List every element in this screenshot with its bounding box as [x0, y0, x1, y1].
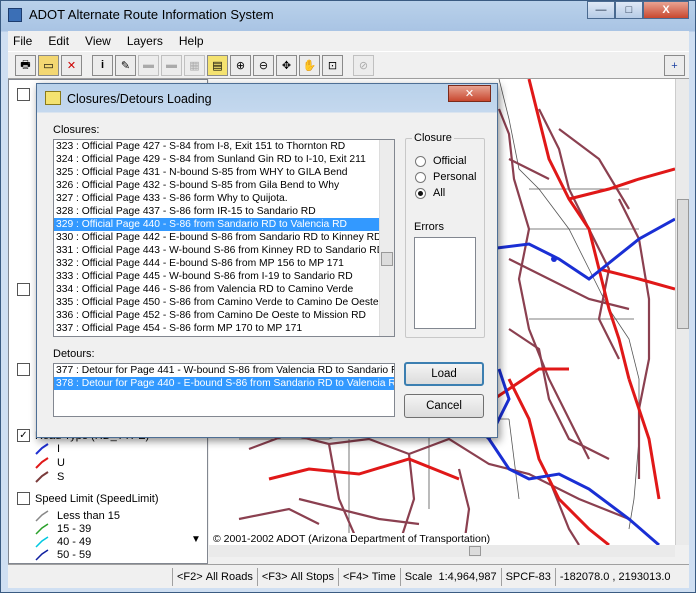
status-projection: SPCF-83 — [500, 567, 555, 586]
layer-icon[interactable]: ✕ — [61, 54, 82, 76]
detours-label: Detours: — [53, 348, 95, 360]
open-folder-icon[interactable]: ▭ — [38, 54, 59, 76]
closures-detours-dialog: Closures/Detours Loading ✕ Closures: 323… — [36, 83, 498, 438]
minimize-button[interactable]: — — [587, 1, 615, 19]
main-window: ADOT Alternate Route Information System … — [0, 0, 696, 593]
menu-bar: File Edit View Layers Help — [8, 31, 689, 51]
errors-box — [414, 237, 476, 329]
closures-label: Closures: — [53, 124, 100, 136]
closures-scrollbar[interactable] — [379, 140, 394, 336]
toolbar: 🖶 ▭ ✕ i ✎ ▬ ▬ ▦ ▤ ⊕ ⊖ ✥ ✋ ⊡ ⊘ + — [8, 51, 689, 79]
list-item[interactable]: 324 : Official Page 429 - S-84 from Sunl… — [54, 153, 394, 166]
print-icon[interactable]: 🖶 — [15, 54, 36, 76]
list-item[interactable]: 334 : Official Page 446 - S-86 from Vale… — [54, 283, 394, 296]
list-item[interactable]: 330 : Official Page 442 - E-bound S-86 f… — [54, 231, 394, 244]
speed-limit-checkbox[interactable] — [17, 492, 30, 505]
zoom-in-icon[interactable]: ⊕ — [230, 54, 251, 76]
status-coordinates: -182078.0 , 2193013.0 — [554, 567, 675, 586]
menu-edit[interactable]: Edit — [48, 34, 69, 48]
status-all-stops[interactable]: <F3> All Stops — [256, 567, 338, 586]
list-item[interactable]: 378 : Detour for Page 440 - E-bound S-86… — [54, 377, 394, 390]
bus-icon[interactable]: ▦ — [184, 54, 205, 76]
dialog-icon — [45, 91, 61, 105]
scroll-down-icon[interactable]: ▼ — [191, 534, 201, 545]
status-scale: Scale 1:4,964,987 — [399, 567, 501, 586]
closure-option-all[interactable]: All — [415, 187, 445, 199]
list-item[interactable]: 333 : Official Page 445 - W-bound S-86 f… — [54, 270, 394, 283]
status-bar: <F2> All Roads <F3> All Stops <F4> Time … — [8, 564, 689, 588]
zoom-out-icon[interactable]: ⊖ — [253, 54, 274, 76]
menu-file[interactable]: File — [13, 34, 32, 48]
info-icon[interactable]: i — [92, 54, 113, 76]
menu-layers[interactable]: Layers — [127, 34, 163, 48]
satellite-icon[interactable]: ⊘ — [353, 54, 374, 76]
window-title: ADOT Alternate Route Information System — [29, 7, 274, 22]
pan-icon[interactable]: ✥ — [276, 54, 297, 76]
list-item[interactable]: 329 : Official Page 440 - S-86 from Sand… — [54, 218, 394, 231]
hand-icon[interactable]: ✋ — [299, 54, 320, 76]
list-item[interactable]: 336 : Official Page 452 - S-86 from Cami… — [54, 309, 394, 322]
map-horizontal-scrollbar[interactable] — [209, 545, 675, 557]
closure-filter-group: Closure Official Personal All Errors — [405, 132, 485, 338]
layer-checkbox[interactable] — [17, 88, 30, 101]
truck-icon[interactable]: ▬ — [138, 54, 159, 76]
maximize-button[interactable]: □ — [615, 1, 643, 19]
close-button[interactable]: X — [643, 1, 689, 19]
status-all-roads[interactable]: <F2> All Roads — [172, 567, 257, 586]
legend-item: 40 - 49 — [35, 536, 91, 548]
closure-option-personal[interactable]: Personal — [415, 171, 476, 183]
list-item[interactable]: 323 : Official Page 427 - S-84 from I-8,… — [54, 140, 394, 153]
legend-item: 15 - 39 — [35, 523, 91, 535]
highlight-icon[interactable]: ▤ — [207, 54, 228, 76]
map-vertical-scrollbar[interactable] — [675, 79, 689, 545]
legend-item: Less than 15 — [35, 510, 120, 522]
layer-checkbox[interactable] — [17, 363, 30, 376]
detours-list[interactable]: 377 : Detour for Page 441 - W-bound S-86… — [53, 363, 395, 417]
list-item[interactable]: 337 : Official Page 454 - S-86 form MP 1… — [54, 322, 394, 335]
legend-item: S — [35, 471, 64, 483]
edit-icon[interactable]: ✎ — [115, 54, 136, 76]
copyright-text: © 2001-2002 ADOT (Arizona Department of … — [213, 533, 491, 545]
list-item[interactable]: 327 : Official Page 433 - S-86 form Why … — [54, 192, 394, 205]
legend-item: 50 - 59 — [35, 549, 91, 561]
list-item[interactable]: 328 : Official Page 437 - S-86 form IR-1… — [54, 205, 394, 218]
dialog-close-icon[interactable]: ✕ — [448, 85, 491, 102]
list-item[interactable]: 331 : Official Page 443 - W-bound S-86 f… — [54, 244, 394, 257]
road-type-checkbox[interactable]: ✓ — [17, 429, 30, 442]
list-item[interactable]: 326 : Official Page 432 - S-bound S-85 f… — [54, 179, 394, 192]
list-item[interactable]: 335 : Official Page 450 - S-86 from Cami… — [54, 296, 394, 309]
status-time[interactable]: <F4> Time — [338, 567, 400, 586]
title-bar[interactable]: ADOT Alternate Route Information System … — [1, 1, 695, 30]
legend-item: U — [35, 457, 65, 469]
load-button[interactable]: Load — [404, 362, 484, 386]
layer-checkbox[interactable] — [17, 283, 30, 296]
menu-help[interactable]: Help — [179, 34, 204, 48]
closure-option-official[interactable]: Official — [415, 155, 466, 167]
list-item[interactable]: 332 : Official Page 444 - E-bound S-86 f… — [54, 257, 394, 270]
closure-group-title: Closure — [412, 132, 454, 144]
legend-item: I — [35, 443, 60, 455]
add-point-icon[interactable]: + — [664, 55, 685, 76]
speed-limit-layer-title: Speed Limit (SpeedLimit) — [35, 492, 159, 505]
truck-icon[interactable]: ▬ — [161, 54, 182, 76]
menu-view[interactable]: View — [85, 34, 111, 48]
cancel-button[interactable]: Cancel — [404, 394, 484, 418]
errors-label: Errors — [414, 221, 444, 233]
closures-list[interactable]: 323 : Official Page 427 - S-84 from I-8,… — [53, 139, 395, 337]
app-icon — [8, 8, 22, 22]
dialog-title: Closures/Detours Loading — [67, 92, 212, 106]
list-item[interactable]: 377 : Detour for Page 441 - W-bound S-86… — [54, 364, 394, 377]
zoom-extent-icon[interactable]: ⊡ — [322, 54, 343, 76]
list-item[interactable]: 325 : Official Page 431 - N-bound S-85 f… — [54, 166, 394, 179]
